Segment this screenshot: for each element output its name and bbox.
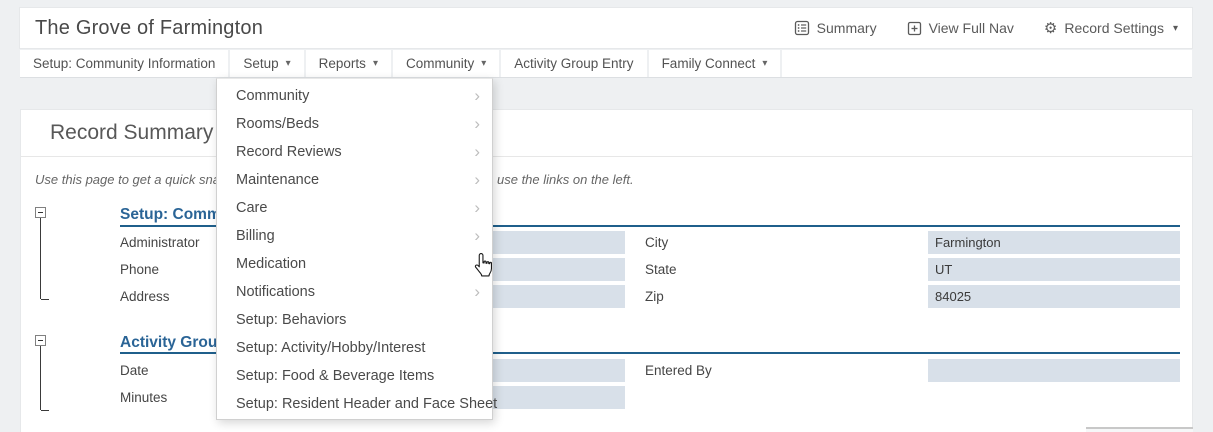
field-label-minutes: Minutes — [120, 386, 167, 409]
chevron-right-icon: › — [474, 166, 480, 194]
field-label-date: Date — [120, 359, 149, 382]
caret-down-icon: ▾ — [373, 50, 378, 77]
chevron-right-icon: › — [474, 138, 480, 166]
header-bar: The Grove of Farmington Summary Vi — [20, 8, 1192, 48]
tab-reports[interactable]: Reports ▾ — [306, 50, 393, 77]
summary-button[interactable]: Summary — [794, 20, 877, 36]
setup-dropdown-menu: Community › Rooms/Beds › Record Reviews … — [216, 78, 493, 420]
tree-line-foot — [41, 299, 49, 300]
page-title: Record Summary — [21, 110, 1192, 156]
field-label-zip: Zip — [645, 285, 664, 308]
tab-community[interactable]: Community ▾ — [393, 50, 501, 77]
menu-item-rooms-beds[interactable]: Rooms/Beds › — [217, 110, 492, 138]
menu-item-setup-activity-hobby-interest[interactable]: Setup: Activity/Hobby/Interest — [217, 334, 492, 362]
caret-down-icon: ▾ — [481, 50, 486, 77]
chevron-right-icon: › — [474, 222, 480, 250]
chevron-right-icon: › — [474, 194, 480, 222]
header-actions: Summary View Full Nav ⚙ Record Settings … — [794, 20, 1192, 36]
plus-square-icon — [907, 21, 922, 36]
record-title: The Grove of Farmington — [20, 17, 263, 40]
view-full-nav-label: View Full Nav — [929, 20, 1014, 36]
tree-line — [40, 346, 41, 410]
chevron-right-icon: › — [474, 82, 480, 110]
field-label-phone: Phone — [120, 258, 159, 281]
tab-activity-group-entry[interactable]: Activity Group Entry — [501, 50, 648, 77]
field-value-state: UT — [928, 258, 1180, 281]
tab-setup-community-information[interactable]: Setup: Community Information — [20, 50, 230, 77]
gear-icon: ⚙ — [1044, 21, 1057, 36]
field-label-address: Address — [120, 285, 170, 308]
record-settings-button[interactable]: ⚙ Record Settings ▾ — [1044, 20, 1178, 36]
page-header: Record Summary — [21, 110, 1192, 157]
record-nav-bar: Setup: Community Information Setup ▾ Rep… — [20, 50, 1192, 78]
chevron-right-icon: › — [474, 278, 480, 306]
field-value-zip: 84025 — [928, 285, 1180, 308]
menu-item-notifications[interactable]: Notifications › — [217, 278, 492, 306]
app-window: The Grove of Farmington Summary Vi — [0, 0, 1213, 432]
menu-item-setup-resident-header-face-sheet[interactable]: Setup: Resident Header and Face Sheet — [217, 390, 492, 418]
field-label-entered-by: Entered By — [645, 359, 712, 382]
field-label-state: State — [645, 258, 677, 281]
summary-label: Summary — [817, 20, 877, 36]
caret-down-icon: ▾ — [762, 50, 767, 77]
field-label-administrator: Administrator — [120, 231, 200, 254]
caret-down-icon: ▾ — [1173, 23, 1178, 34]
menu-item-billing[interactable]: Billing › — [217, 222, 492, 250]
next-section-edge — [1086, 427, 1193, 432]
nav-filler — [782, 50, 1192, 77]
tree-line-foot — [41, 410, 49, 411]
caret-down-icon: ▾ — [286, 50, 291, 77]
record-summary-card: Record Summary Use this page to get a qu… — [21, 110, 1192, 432]
menu-item-record-reviews[interactable]: Record Reviews › — [217, 138, 492, 166]
menu-item-maintenance[interactable]: Maintenance › — [217, 166, 492, 194]
tab-family-connect[interactable]: Family Connect ▾ — [649, 50, 783, 77]
menu-item-setup-food-beverage-items[interactable]: Setup: Food & Beverage Items — [217, 362, 492, 390]
field-label-city: City — [645, 231, 668, 254]
menu-item-setup-behaviors[interactable]: Setup: Behaviors — [217, 306, 492, 334]
field-value-entered-by — [928, 359, 1180, 382]
collapse-toggle-community-information[interactable] — [35, 207, 46, 218]
view-full-nav-button[interactable]: View Full Nav — [907, 20, 1014, 36]
tree-line — [40, 218, 41, 299]
field-value-city: Farmington — [928, 231, 1180, 254]
menu-item-medication[interactable]: Medication — [217, 250, 492, 278]
page-description-right: use the links on the left. — [497, 172, 634, 187]
menu-item-care[interactable]: Care › — [217, 194, 492, 222]
collapse-toggle-activity-group-entry[interactable] — [35, 335, 46, 346]
record-settings-label: Record Settings — [1064, 20, 1164, 36]
menu-item-community[interactable]: Community › — [217, 82, 492, 110]
page-description-left: Use this page to get a quick snapsh — [35, 172, 241, 187]
summary-list-icon — [794, 20, 810, 36]
chevron-right-icon: › — [474, 110, 480, 138]
tab-setup[interactable]: Setup ▾ — [230, 50, 305, 77]
